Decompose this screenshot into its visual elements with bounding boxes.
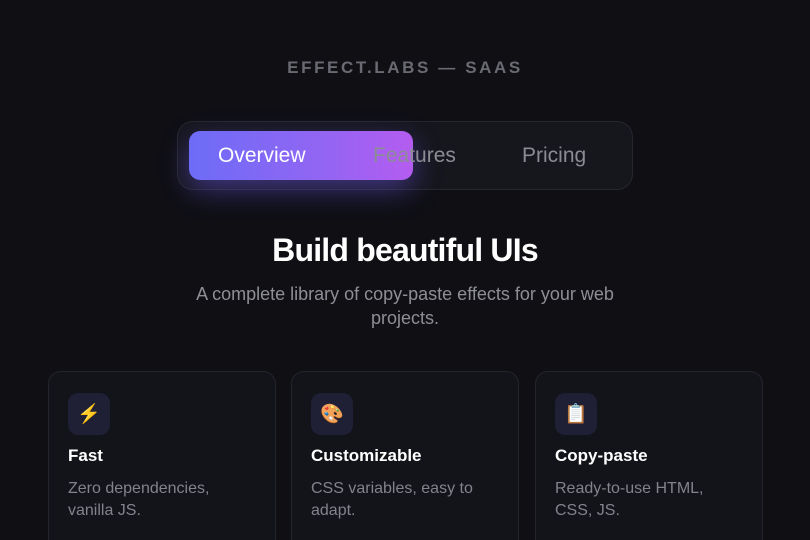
hero-subtitle: A complete library of copy-paste effects… [196,284,614,328]
clipboard-icon: 📋 [555,393,597,435]
feature-card-title: Fast [68,446,103,465]
feature-card-description: CSS variables, easy to adapt. [311,480,473,519]
feature-card-description: Zero dependencies, vanilla JS. [68,480,210,519]
feature-card-fast: ⚡ Fast Zero dependencies, vanilla JS. [48,371,276,540]
tab-pricing[interactable]: Pricing [522,144,586,168]
feature-card-description: Ready-to-use HTML, CSS, JS. [555,480,704,519]
tab-features[interactable]: Features [373,144,456,168]
tab-bar: Overview Features Pricing [177,121,633,190]
brand-label: EFFECT.LABS — SAAS [287,58,523,77]
feature-card-customizable: 🎨 Customizable CSS variables, easy to ad… [291,371,519,540]
palette-icon: 🎨 [311,393,353,435]
hero-title: Build beautiful UIs [272,232,539,268]
feature-card-copy-paste: 📋 Copy-paste Ready-to-use HTML, CSS, JS. [535,371,763,540]
feature-card-title: Copy-paste [555,446,648,465]
lightning-icon: ⚡ [68,393,110,435]
tab-overview[interactable]: Overview [218,144,306,168]
feature-card-title: Customizable [311,446,422,465]
page: EFFECT.LABS — SAAS Overview Features Pri… [0,0,810,540]
